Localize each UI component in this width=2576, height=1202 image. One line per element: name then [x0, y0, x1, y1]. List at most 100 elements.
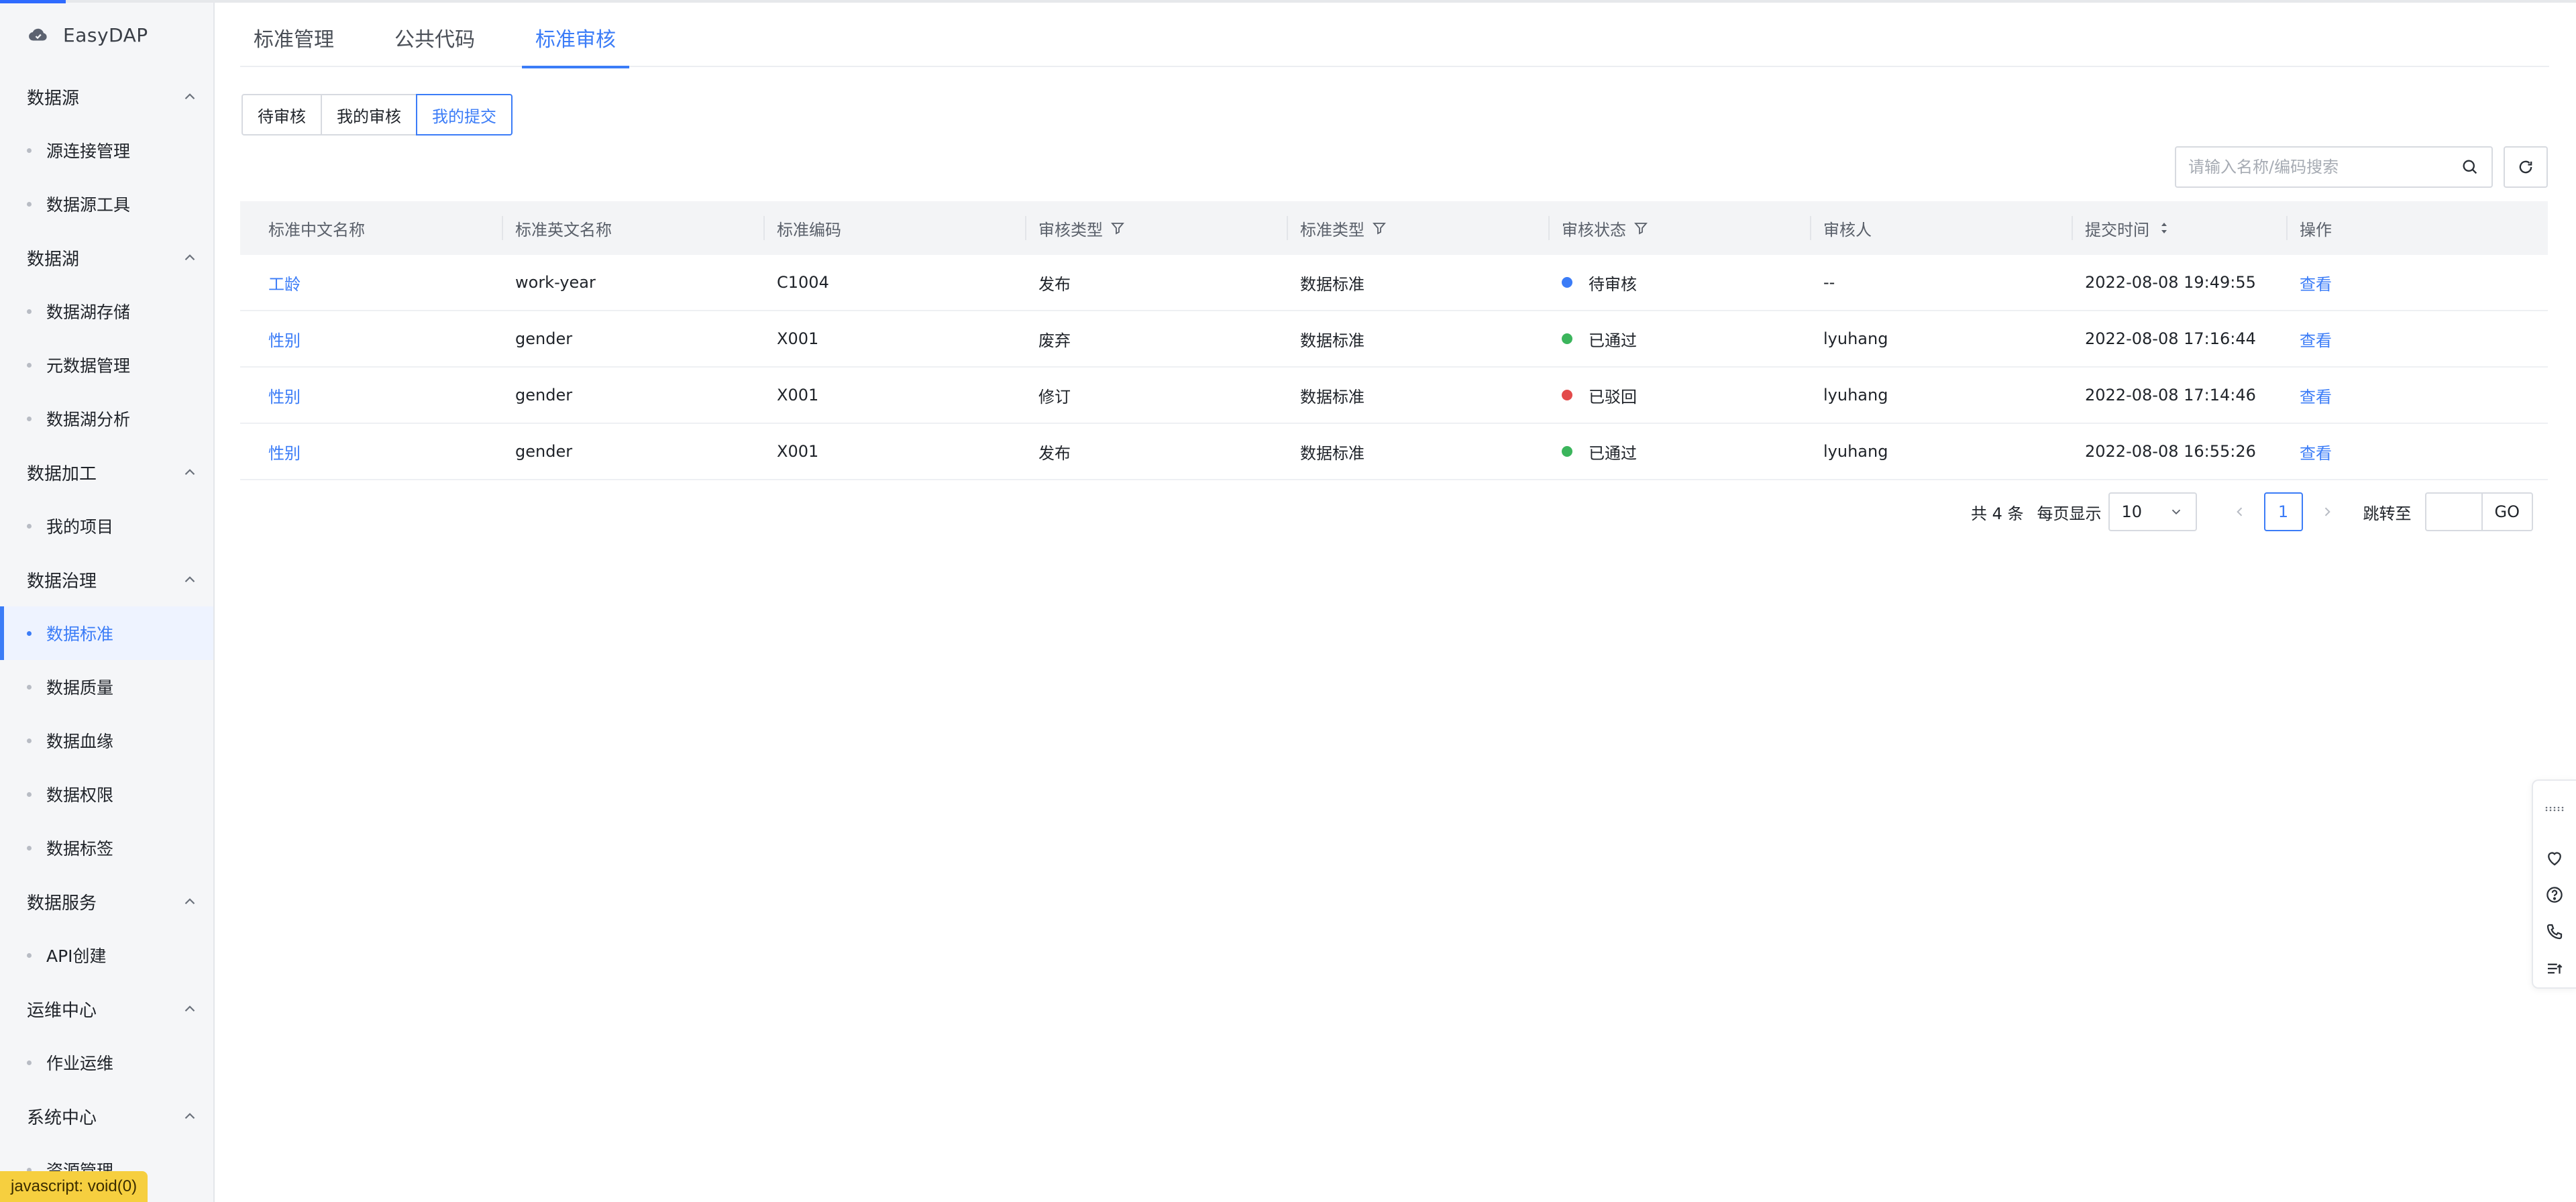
sidebar-group-4[interactable]: 数据服务	[0, 875, 213, 928]
next-page-button[interactable]	[2314, 492, 2341, 531]
sidebar-item-label: 数据血缘	[46, 732, 114, 751]
tab-public-code[interactable]: 公共代码	[381, 0, 488, 67]
cell-submit-time: 2022-08-08 19:49:55	[2085, 273, 2256, 292]
sidebar-item-2-0[interactable]: 我的项目	[0, 499, 213, 553]
cell-review-status: 已通过	[1548, 311, 1810, 366]
cell-reviewer: lyuhang	[1823, 386, 1888, 404]
grip-handle[interactable]	[2532, 790, 2576, 827]
list-icon	[2548, 964, 2563, 974]
page-size-select[interactable]: 10	[2108, 492, 2197, 531]
sidebar-item-3-1[interactable]: 数据质量	[0, 660, 213, 714]
status-dot-icon	[1562, 446, 1572, 457]
tab-standard-review[interactable]: 标准审核	[522, 0, 629, 68]
chevron-left-icon	[2236, 507, 2242, 516]
sidebar-group-2[interactable]: 数据加工	[0, 445, 213, 499]
standard-name-link[interactable]: 性别	[268, 327, 301, 351]
sidebar-group-label: 系统中心	[27, 1107, 97, 1128]
status-dot-icon	[1562, 390, 1572, 400]
standard-name-link[interactable]: 性别	[268, 440, 301, 463]
cell-en-name: gender	[515, 386, 573, 404]
segment-my-submissions[interactable]: 我的提交	[416, 94, 513, 135]
sidebar-item-0-1[interactable]: 数据源工具	[0, 177, 213, 231]
cell-actions: 查看	[2286, 255, 2548, 310]
refresh-button[interactable]	[2504, 146, 2548, 188]
sidebar-item-3-4[interactable]: 数据标签	[0, 821, 213, 875]
view-link[interactable]: 查看	[2300, 271, 2332, 294]
sidebar-group-0[interactable]: 数据源	[0, 70, 213, 123]
col-header-cn-name: 标准中文名称	[268, 220, 365, 239]
col-header-code: 标准编码	[763, 201, 1025, 255]
cell-standard-type: 数据标准	[1300, 387, 1364, 406]
page-size-label: 每页显示	[2037, 504, 2102, 523]
sidebar-group-1[interactable]: 数据湖	[0, 231, 213, 284]
standard-name-link[interactable]: 工龄	[268, 271, 301, 294]
page-number-current[interactable]: 1	[2263, 492, 2303, 531]
status-text: 已驳回	[1589, 387, 1637, 406]
help-button[interactable]	[2532, 876, 2576, 913]
bullet-icon	[27, 845, 32, 851]
sidebar-item-1-0[interactable]: 数据湖存储	[0, 284, 213, 338]
prev-page-button[interactable]	[2226, 492, 2253, 531]
sidebar-item-0-0[interactable]: 源连接管理	[0, 123, 213, 177]
help-icon	[2546, 887, 2563, 903]
bullet-icon	[27, 309, 32, 314]
col-header-standard-type: 标准类型	[1287, 201, 1548, 255]
search-icon[interactable]	[2461, 158, 2479, 176]
sidebar-item-3-0[interactable]: 数据标准	[0, 606, 213, 660]
search-input[interactable]	[2188, 158, 2461, 176]
jump-page-input[interactable]	[2424, 492, 2481, 531]
go-button[interactable]: GO	[2481, 492, 2533, 531]
list-button[interactable]	[2532, 950, 2576, 987]
view-link[interactable]: 查看	[2300, 327, 2332, 351]
filter-icon[interactable]	[1110, 220, 1126, 236]
cell-code: C1004	[777, 273, 829, 292]
cell-review-type: 发布	[1038, 443, 1071, 463]
sidebar-item-label: 数据权限	[46, 785, 114, 805]
view-link[interactable]: 查看	[2300, 384, 2332, 407]
contact-button[interactable]	[2532, 914, 2576, 950]
grip-icon	[2545, 806, 2564, 811]
bullet-icon	[27, 952, 32, 958]
col-header-en-name: 标准英文名称	[502, 201, 763, 255]
brand[interactable]: EasyDAP	[0, 0, 213, 70]
sidebar-item-1-1[interactable]: 元数据管理	[0, 338, 213, 392]
col-header-reviewer: 审核人	[1810, 201, 2072, 255]
cell-cn-name: 性别	[240, 311, 502, 366]
sidebar-item-label: 作业运维	[46, 1054, 114, 1073]
view-link[interactable]: 查看	[2300, 440, 2332, 463]
bullet-icon	[27, 201, 32, 207]
table-row: 性别 gender X001 发布 数据标准 已通过 lyuhang 2022-08-08 1…	[240, 424, 2548, 480]
sort-icon[interactable]	[2156, 220, 2172, 236]
cell-submit-time: 2022-08-08 16:55:26	[2085, 442, 2256, 461]
sidebar-item-1-2[interactable]: 数据湖分析	[0, 392, 213, 445]
cell-en-name: gender	[515, 442, 573, 461]
chevron-right-icon	[2324, 507, 2330, 516]
sidebar-group-3[interactable]: 数据治理	[0, 553, 213, 606]
segment-my-reviews[interactable]: 我的审核	[321, 94, 417, 135]
sidebar-group-6[interactable]: 系统中心	[0, 1089, 213, 1143]
tab-standard-management[interactable]: 标准管理	[240, 0, 347, 67]
sidebar-item-5-0[interactable]: 作业运维	[0, 1036, 213, 1089]
segment-pending-review[interactable]: 待审核	[241, 94, 322, 135]
bullet-icon	[27, 738, 32, 743]
sidebar-group-5[interactable]: 运维中心	[0, 982, 213, 1036]
standard-name-link[interactable]: 性别	[268, 384, 301, 407]
col-header-actions: 操作	[2286, 201, 2548, 255]
sidebar-item-3-2[interactable]: 数据血缘	[0, 714, 213, 767]
cell-code: X001	[777, 386, 819, 404]
sidebar-group-label: 数据源	[27, 88, 80, 109]
cell-review-type: 修订	[1038, 387, 1071, 406]
filter-icon[interactable]	[1633, 220, 1649, 236]
filter-icon[interactable]	[1371, 220, 1387, 236]
table-body: 工龄 work-year C1004 发布 数据标准 待审核 -- 2022-08-08 19…	[240, 255, 2548, 480]
top-border	[0, 0, 2576, 3]
cell-reviewer: lyuhang	[1823, 442, 1888, 461]
sidebar-item-4-0[interactable]: API创建	[0, 928, 213, 982]
chevron-up-icon	[184, 1005, 195, 1012]
bullet-icon	[27, 1060, 32, 1065]
favorite-button[interactable]	[2532, 839, 2576, 876]
sidebar-group-label: 数据治理	[27, 571, 97, 592]
sidebar-item-3-3[interactable]: 数据权限	[0, 767, 213, 821]
cell-cn-name: 性别	[240, 368, 502, 423]
chevron-up-icon	[184, 576, 195, 583]
